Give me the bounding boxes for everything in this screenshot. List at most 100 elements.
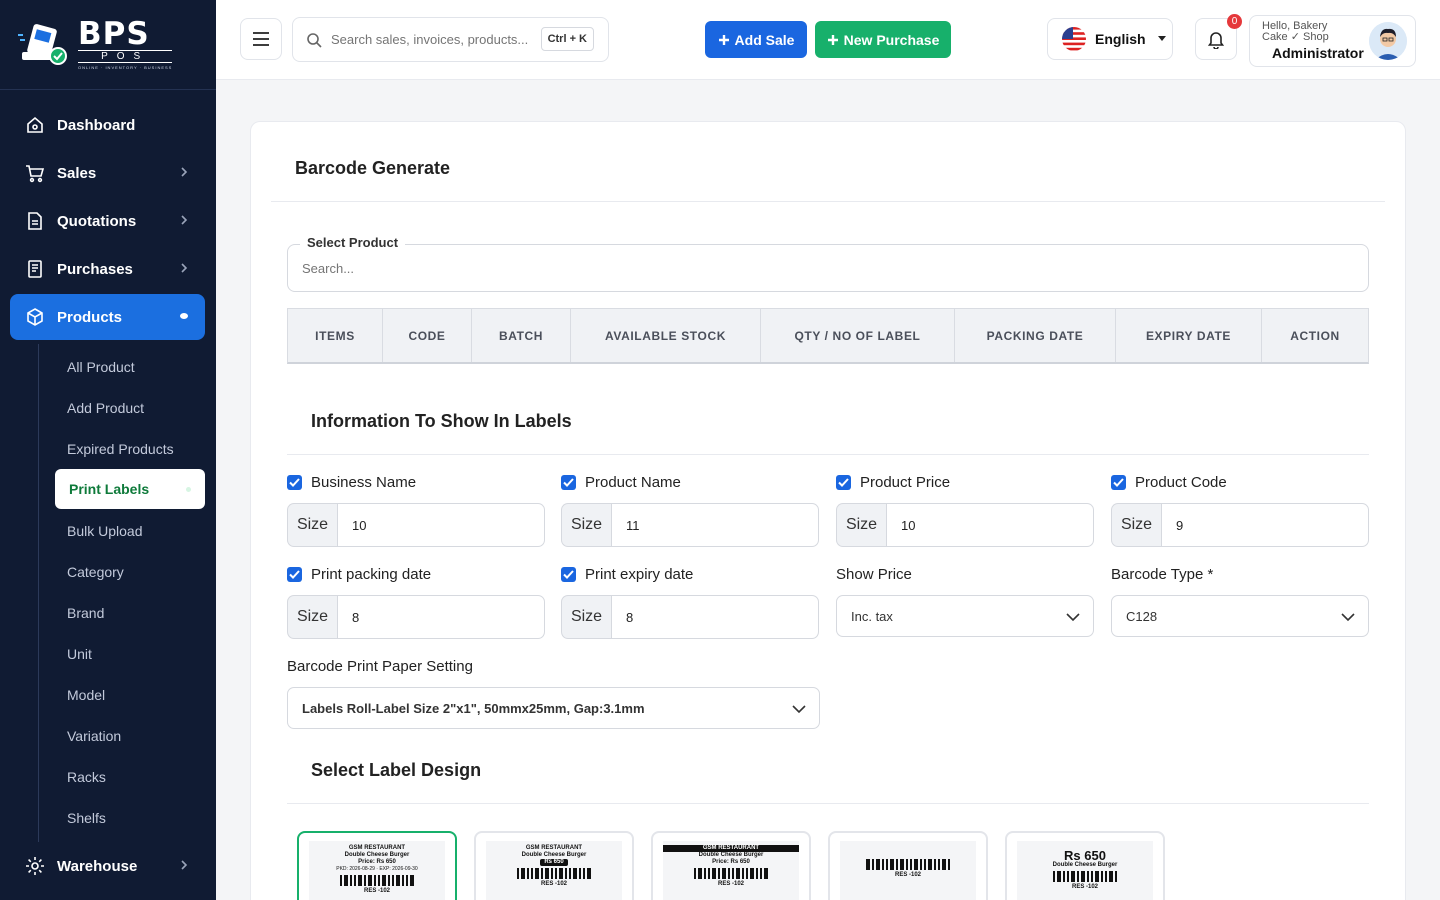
sidebar-item-quotations[interactable]: Quotations [10,198,205,244]
check-icon [838,477,849,487]
new-purchase-label: New Purchase [843,31,940,48]
column-header: AVAILABLE STOCK [571,309,761,362]
packing-date-size-input[interactable]: 8 [337,595,545,639]
sidebar-item-dashboard[interactable]: Dashboard [10,102,205,148]
add-sale-button[interactable]: Add Sale [705,21,807,58]
check-icon [289,477,300,487]
preview-price: Rs 650 [1064,848,1106,863]
product-name-checkbox[interactable] [561,474,576,490]
user-role: Administrator [1272,45,1364,61]
menu-toggle-button[interactable] [240,18,282,60]
submenu-model[interactable]: Model [67,687,105,703]
submenu-brand[interactable]: Brand [67,605,104,621]
column-header: CODE [383,309,472,362]
receipt-icon [24,258,46,280]
submenu-add-product[interactable]: Add Product [67,400,144,416]
sidebar-item-label: Warehouse [57,857,138,875]
expiry-date-size-input[interactable]: 8 [611,595,819,639]
preview-code: RES -102 [894,872,921,878]
option-product-code: Product Code Size 9 [1111,472,1369,547]
preview-code: RES -102 [717,881,744,887]
sidebar-item-sales[interactable]: Sales [10,150,205,196]
size-addon: Size [287,503,337,547]
hamburger-icon [253,32,269,46]
barcode-graphic [486,868,622,879]
submenu-racks[interactable]: Racks [67,769,106,785]
label-design-4[interactable]: RES -102 [828,831,988,900]
check-icon [563,569,574,579]
new-purchase-button[interactable]: New Purchase [815,21,951,58]
label-design-2[interactable]: GSM RESTAURANT Double Cheese Burger Rs 6… [474,831,634,900]
preview-price: Rs 650 [540,859,568,866]
label-design-5[interactable]: Rs 650 Double Cheese Burger RES -102 [1005,831,1165,900]
sidebar-item-label: Sales [57,164,97,182]
paper-setting-value: Labels Roll-Label Size 2"x1", 50mmx25mm,… [302,700,645,716]
label-preview: Rs 650 Double Cheese Burger RES -102 [1017,841,1153,900]
check-icon [1113,477,1124,487]
product-code-size-input[interactable]: 9 [1161,503,1369,547]
barcode-type-select[interactable]: C128 [1111,595,1369,637]
submenu-variation[interactable]: Variation [67,728,121,744]
preview-product: Double Cheese Burger [698,852,764,858]
us-flag-icon [1062,27,1086,51]
submenu-category[interactable]: Category [67,564,124,580]
check-icon [289,569,300,579]
label-designs: GSM RESTAURANT Double Cheese Burger Pric… [297,831,1165,900]
cart-icon [24,162,46,184]
submenu-bulk-upload[interactable]: Bulk Upload [67,523,143,539]
page-title: Barcode Generate [295,158,451,178]
user-menu[interactable]: Hello, Bakery Cake ✓ Shop Administrator [1249,15,1416,67]
expiry-date-checkbox[interactable] [561,566,576,582]
label-design-1[interactable]: GSM RESTAURANT Double Cheese Burger Pric… [297,831,457,900]
sidebar-item-warehouse[interactable]: Warehouse [10,843,205,889]
option-label: Print expiry date [585,565,694,583]
search-input[interactable] [331,32,541,47]
global-search[interactable]: Ctrl + K [292,17,609,62]
submenu-shelfs[interactable]: Shelfs [67,810,106,826]
show-price-label: Show Price [836,565,912,583]
sidebar-item-label: Products [57,308,123,326]
chevron-down-icon [1066,613,1080,622]
submenu-print-labels[interactable]: Print Labels [55,469,205,509]
barcode-graphic [1017,871,1153,882]
column-header: BATCH [472,309,571,362]
chevron-right-icon [181,167,188,177]
select-product-field[interactable]: Select Product [287,235,1369,292]
submenu-unit[interactable]: Unit [67,646,92,662]
option-label: Business Name [311,473,417,491]
product-code-checkbox[interactable] [1111,474,1126,490]
search-shortcut: Ctrl + K [540,27,594,51]
preview-price: Price: Rs 650 [358,859,396,865]
paper-setting-select[interactable]: Labels Roll-Label Size 2"x1", 50mmx25mm,… [287,687,820,729]
business-name-size-input[interactable]: 10 [337,503,545,547]
barcode-graphic [840,859,976,870]
brand-tagline: ONLINE · INVENTORY · BUSINESS [78,65,173,70]
sidebar-item-products[interactable]: Products [10,294,205,340]
chevron-right-icon [181,860,188,870]
divider [287,454,1369,455]
label-preview: GSM RESTAURANT Double Cheese Burger Rs 6… [486,841,622,900]
box-icon [24,306,46,328]
brand-logo[interactable]: BPS POS ONLINE · INVENTORY · BUSINESS [0,0,216,90]
sidebar-item-purchases[interactable]: Purchases [10,246,205,292]
product-name-size-input[interactable]: 11 [611,503,819,547]
notifications-button[interactable]: 0 [1195,14,1242,60]
divider [271,201,1385,202]
chevron-down-icon [1341,613,1355,622]
option-expiry-date: Print expiry date Size 8 [561,564,819,639]
business-name-checkbox[interactable] [287,474,302,490]
product-price-checkbox[interactable] [836,474,851,490]
product-price-size-input[interactable]: 10 [886,503,1094,547]
language-label: English [1095,31,1146,47]
submenu-all-product[interactable]: All Product [67,359,135,375]
preview-business: GSM RESTAURANT [348,845,406,851]
sidebar: BPS POS ONLINE · INVENTORY · BUSINESS Da… [0,0,216,900]
packing-date-checkbox[interactable] [287,566,302,582]
submenu-expired-products[interactable]: Expired Products [67,441,174,457]
show-price-select[interactable]: Inc. tax [836,595,1094,637]
label-design-3[interactable]: GSM RESTAURANT Double Cheese Burger Pric… [651,831,811,900]
option-label: Product Price [860,473,951,491]
language-selector[interactable]: English [1047,18,1173,60]
sidebar-item-label: Purchases [57,260,133,278]
product-search-input[interactable] [302,261,1302,276]
